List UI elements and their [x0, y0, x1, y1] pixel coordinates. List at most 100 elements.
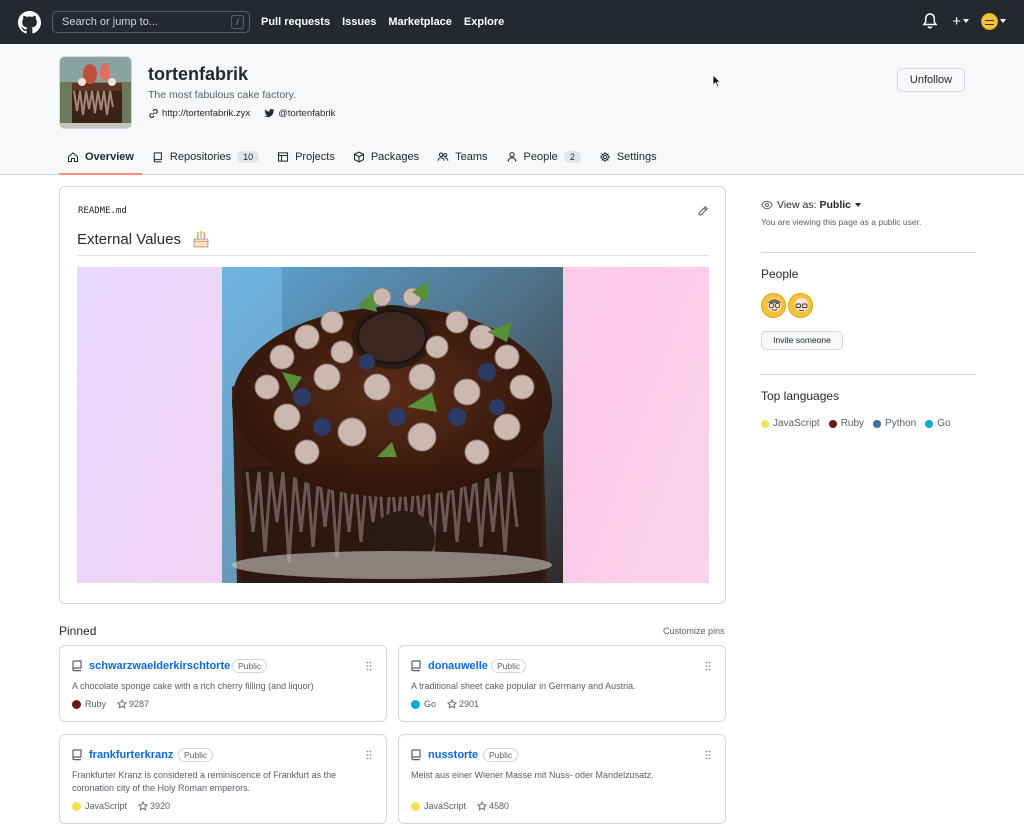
top-languages-list: JavaScript Ruby Python Go — [761, 418, 976, 429]
org-name: tortenfabrik — [148, 64, 249, 84]
primary-nav-links: Pull requests Issues Marketplace Explore — [261, 0, 516, 44]
pinned-repo-stars[interactable]: 9287 — [129, 699, 149, 709]
mouse-pointer-icon — [712, 74, 722, 88]
pinned-repo-card: donauwelle Public A traditional sheet ca… — [398, 645, 726, 722]
org-twitter-link[interactable]: @tortenfabrik — [278, 108, 335, 119]
gear-icon — [599, 152, 610, 162]
repo-icon — [72, 660, 82, 672]
drag-handle-icon[interactable] — [366, 661, 372, 671]
repo-icon — [411, 660, 421, 672]
pinned-repo-card: schwarzwaelderkirschtorte Public A choco… — [59, 645, 387, 722]
language-name[interactable]: Ruby — [841, 418, 864, 429]
readme-cake-image — [77, 267, 709, 583]
view-as-selector[interactable]: View as: Public — [761, 199, 976, 211]
language-name[interactable]: Go — [937, 418, 950, 429]
eye-icon — [761, 200, 773, 210]
drag-handle-icon[interactable] — [705, 750, 711, 760]
nav-link-issues[interactable]: Issues — [342, 16, 376, 28]
people-avatars — [761, 293, 976, 318]
notifications-bell-icon[interactable] — [922, 12, 938, 30]
star-icon[interactable] — [447, 699, 458, 709]
language-color-dot — [873, 419, 882, 428]
tab-overview[interactable]: Overview — [59, 142, 142, 175]
member-avatar[interactable] — [788, 293, 813, 318]
language-color-dot — [72, 699, 81, 709]
readme-heading-divider — [77, 255, 709, 256]
tab-people-label: People — [523, 151, 558, 163]
language-name[interactable]: JavaScript — [773, 418, 820, 429]
github-logo-icon[interactable] — [18, 11, 41, 34]
language-name[interactable]: Python — [885, 418, 916, 429]
pencil-edit-icon[interactable] — [697, 205, 709, 217]
language-color-dot — [72, 801, 81, 811]
nav-link-pull-requests[interactable]: Pull requests — [261, 16, 330, 28]
star-icon[interactable] — [477, 801, 488, 811]
nav-link-explore[interactable]: Explore — [464, 16, 504, 28]
chevron-down-icon — [855, 203, 862, 207]
sidebar-divider — [761, 374, 976, 375]
pinned-repo-language: Ruby — [85, 699, 107, 709]
search-placeholder: Search or jump to... — [62, 16, 158, 28]
tab-people[interactable]: People 2 — [498, 142, 589, 172]
org-header: tortenfabrik The most fabulous cake fact… — [0, 44, 1024, 175]
top-navigation-bar: Search or jump to... / Pull requests Iss… — [0, 0, 1024, 44]
member-avatar[interactable] — [761, 293, 786, 318]
unfollow-button[interactable]: Unfollow — [897, 68, 965, 92]
nav-right-actions: + — [922, 12, 1006, 30]
user-menu-caret-icon[interactable] — [1000, 19, 1006, 23]
member-face-icon — [767, 298, 782, 312]
view-as-note: You are viewing this page as a public us… — [761, 217, 922, 227]
create-new-caret-icon[interactable] — [963, 19, 969, 23]
language-color-dot — [411, 801, 420, 811]
user-avatar[interactable] — [981, 12, 998, 30]
tab-teams[interactable]: Teams — [429, 142, 495, 172]
tab-repositories[interactable]: Repositories 10 — [144, 142, 267, 172]
pinned-repo-stars[interactable]: 3920 — [150, 801, 170, 811]
tab-overview-label: Overview — [85, 151, 134, 163]
tab-repositories-label: Repositories — [169, 151, 232, 163]
create-new-plus-icon[interactable]: + — [952, 13, 961, 30]
tab-projects[interactable]: Projects — [269, 142, 343, 172]
org-website-link[interactable]: http://tortenfabrik.zyx — [162, 108, 250, 119]
pinned-heading: Pinned — [59, 624, 97, 638]
view-as-label: View as: — [777, 199, 817, 211]
star-icon[interactable] — [117, 699, 128, 709]
nav-link-marketplace[interactable]: Marketplace — [388, 16, 452, 28]
tab-settings[interactable]: Settings — [591, 142, 665, 172]
people-icon — [437, 152, 449, 161]
language-color-dot — [925, 419, 934, 428]
language-color-dot — [761, 419, 769, 428]
tab-projects-label: Projects — [295, 151, 335, 163]
tab-settings-label: Settings — [616, 151, 657, 163]
repo-icon — [72, 749, 82, 761]
pinned-repo-name[interactable]: nusstorte — [428, 749, 478, 761]
visibility-badge: Public — [178, 748, 214, 762]
visibility-badge: Public — [491, 659, 527, 673]
pinned-repo-name[interactable]: donauwelle — [428, 660, 488, 672]
org-links: http://tortenfabrik.zyx @tortenfabrik — [148, 108, 335, 119]
search-input[interactable]: Search or jump to... / — [52, 11, 250, 33]
pinned-repo-language: JavaScript — [424, 801, 467, 811]
pinned-repo-stars[interactable]: 4580 — [489, 801, 509, 811]
drag-handle-icon[interactable] — [705, 661, 711, 671]
star-icon[interactable] — [138, 801, 149, 811]
pinned-repo-description: Meist aus einer Wiener Masse mit Nuss- o… — [411, 770, 654, 780]
org-tabs: Overview Repositories 10 Projects Packag… — [59, 142, 667, 175]
tab-people-count: 2 — [563, 151, 581, 163]
drag-handle-icon[interactable] — [366, 750, 372, 760]
readme-card: README.md External Values — [59, 186, 726, 604]
pinned-repo-stars[interactable]: 2901 — [459, 699, 479, 709]
pinned-repo-name[interactable]: frankfurterkranz — [89, 749, 173, 761]
customize-pins-link[interactable]: Customize pins — [663, 626, 725, 636]
tab-packages[interactable]: Packages — [345, 142, 427, 172]
invite-someone-button[interactable]: Invite someone — [761, 331, 843, 350]
member-face-icon — [794, 298, 809, 312]
tab-packages-label: Packages — [370, 151, 420, 163]
people-heading: People — [761, 267, 799, 281]
pinned-repo-card: frankfurterkranz Public Frankfurter Kran… — [59, 734, 387, 824]
language-color-dot — [411, 699, 420, 709]
view-as-value: Public — [819, 199, 852, 211]
org-avatar — [59, 56, 132, 129]
pinned-repo-name[interactable]: schwarzwaelderkirschtorte — [89, 660, 230, 672]
birthday-cake-emoji-icon — [193, 231, 209, 248]
